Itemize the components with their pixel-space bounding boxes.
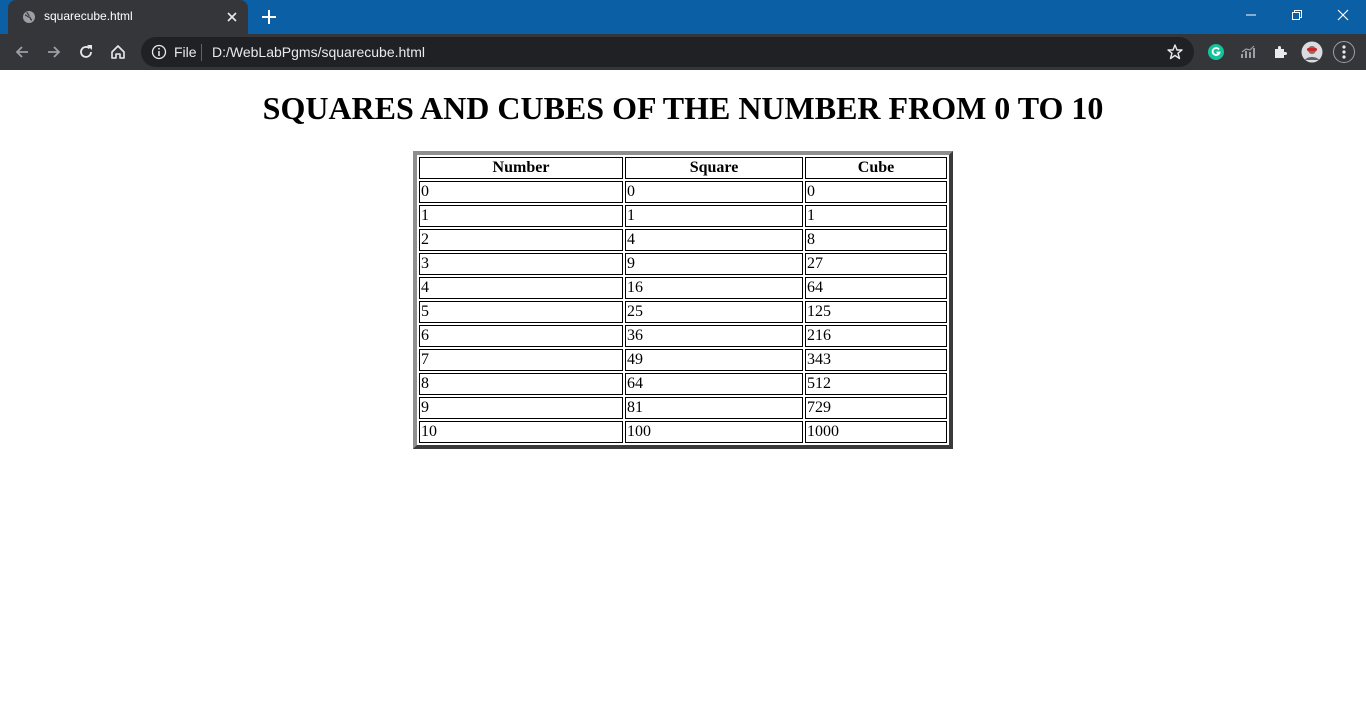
grammarly-icon[interactable] xyxy=(1206,42,1226,62)
cell-square: 0 xyxy=(625,181,803,203)
cell-number: 3 xyxy=(419,253,623,275)
cell-square: 9 xyxy=(625,253,803,275)
avatar[interactable] xyxy=(1301,41,1323,63)
scheme-label: File xyxy=(174,44,197,60)
cell-square: 64 xyxy=(625,373,803,395)
info-icon[interactable] xyxy=(151,44,167,60)
table-row: 4 16 64 xyxy=(419,277,947,299)
cell-cube: 1000 xyxy=(805,421,947,443)
table-row: 6 36 216 xyxy=(419,325,947,347)
tab-active[interactable]: squarecube.html xyxy=(8,0,248,34)
puzzle-icon[interactable] xyxy=(1270,42,1290,62)
minimize-icon[interactable] xyxy=(1228,0,1274,30)
page-title: SQUARES AND CUBES OF THE NUMBER FROM 0 T… xyxy=(262,90,1104,126)
cell-number: 1 xyxy=(419,205,623,227)
cell-number: 5 xyxy=(419,301,623,323)
squares-cubes-table: Number Square Cube 0 0 0 1 1 1 2 4 8 3 9 27 4 16 64 5 25… xyxy=(413,151,953,449)
table-row: 5 25 125 xyxy=(419,301,947,323)
table-row: 7 49 343 xyxy=(419,349,947,371)
cell-square: 36 xyxy=(625,325,803,347)
cell-cube: 216 xyxy=(805,325,947,347)
tab-title: squarecube.html xyxy=(44,9,133,23)
table-row: 248 xyxy=(419,229,947,251)
kebab-menu-icon[interactable] xyxy=(1333,41,1355,63)
url-text[interactable]: D:/WebLabPgms/squarecube.html xyxy=(212,44,425,60)
page-content: SQUARES AND CUBES OF THE NUMBER FROM 0 T… xyxy=(0,70,1366,728)
table-row: 3 9 27 xyxy=(419,253,947,275)
table-row: 8 64 512 xyxy=(419,373,947,395)
cell-square: 49 xyxy=(625,349,803,371)
cell-square: 100 xyxy=(625,421,803,443)
column-header-number: Number xyxy=(419,157,623,179)
forward-icon[interactable] xyxy=(42,40,66,64)
cell-number: 4 xyxy=(419,277,623,299)
table-row: 9 81 729 xyxy=(419,397,947,419)
table-row: 111 xyxy=(419,205,947,227)
cell-cube: 64 xyxy=(805,277,947,299)
browser-toolbar: File D:/WebLabPgms/squarecube.html xyxy=(0,34,1366,70)
cell-cube: 729 xyxy=(805,397,947,419)
star-icon[interactable] xyxy=(1166,43,1184,61)
cell-cube: 125 xyxy=(805,301,947,323)
cell-cube: 27 xyxy=(805,253,947,275)
cell-number: 2 xyxy=(419,229,623,251)
cell-cube: 1 xyxy=(805,205,947,227)
cell-number: 10 xyxy=(419,421,623,443)
cell-cube: 8 xyxy=(805,229,947,251)
cell-number: 7 xyxy=(419,349,623,371)
cell-number: 6 xyxy=(419,325,623,347)
tab-strip: squarecube.html xyxy=(0,0,1366,34)
column-header-square: Square xyxy=(625,157,803,179)
table-row: 10 100 1000 xyxy=(419,421,947,443)
cell-cube: 512 xyxy=(805,373,947,395)
divider xyxy=(201,44,202,61)
close-icon[interactable] xyxy=(1320,0,1366,30)
home-icon[interactable] xyxy=(106,40,130,64)
address-bar[interactable]: File D:/WebLabPgms/squarecube.html xyxy=(141,37,1194,67)
table-body: 0 0 0 1 1 1 2 4 8 3 9 27 4 16 64 5 25 125 6 36 216 7 49 343 8 64 5… xyxy=(419,181,947,443)
cell-square: 81 xyxy=(625,397,803,419)
cell-square: 1 xyxy=(625,205,803,227)
cell-cube: 0 xyxy=(805,181,947,203)
stats-icon[interactable] xyxy=(1238,42,1258,62)
table-row: 000 xyxy=(419,181,947,203)
cell-number: 0 xyxy=(419,181,623,203)
close-icon[interactable] xyxy=(224,9,240,25)
cell-number: 9 xyxy=(419,397,623,419)
cell-square: 4 xyxy=(625,229,803,251)
column-header-cube: Cube xyxy=(805,157,947,179)
reload-icon[interactable] xyxy=(74,40,98,64)
cell-number: 8 xyxy=(419,373,623,395)
cell-square: 16 xyxy=(625,277,803,299)
globe-icon xyxy=(22,10,36,24)
cell-cube: 343 xyxy=(805,349,947,371)
back-icon[interactable] xyxy=(10,40,34,64)
cell-square: 25 xyxy=(625,301,803,323)
table-header-row: Number Square Cube xyxy=(419,157,947,179)
restore-icon[interactable] xyxy=(1274,0,1320,30)
plus-icon[interactable] xyxy=(259,7,279,27)
